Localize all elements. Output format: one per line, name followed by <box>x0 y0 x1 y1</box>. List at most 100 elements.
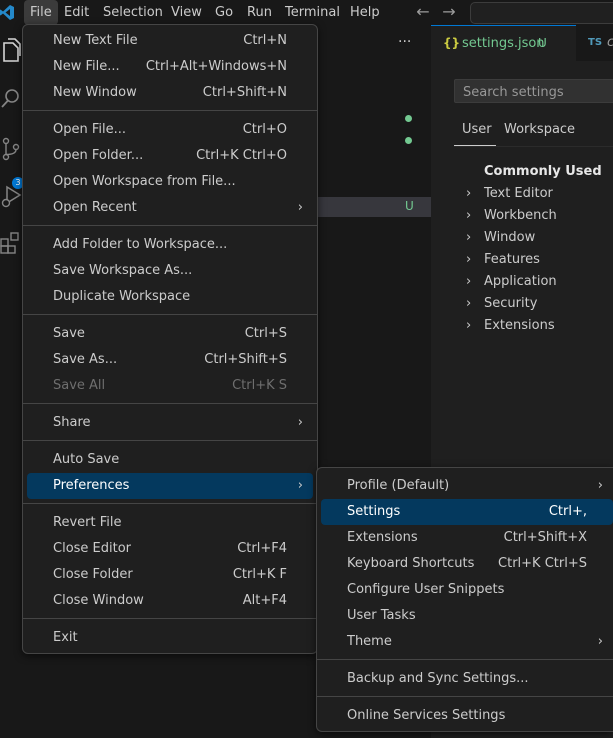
menu-separator <box>23 314 317 315</box>
toc-item-application[interactable]: › Application <box>466 271 557 293</box>
menubar-run[interactable]: Run <box>241 0 278 25</box>
file-menu-item-close-window[interactable]: Close Window Alt+F4 <box>27 588 313 614</box>
file-menu-item-new-file[interactable]: New File... Ctrl+Alt+Windows+N <box>27 54 313 80</box>
toc-item-security[interactable]: › Security <box>466 293 537 315</box>
source-control-icon[interactable] <box>0 135 22 165</box>
menu-item-label: Configure User Snippets <box>347 582 505 597</box>
preferences-item-online-services-settings[interactable]: Online Services Settings <box>321 703 613 729</box>
file-menu-item-revert-file[interactable]: Revert File <box>27 510 313 536</box>
file-menu-item-add-folder-to-workspace[interactable]: Add Folder to Workspace... <box>27 232 313 258</box>
toc-item-label: Window <box>484 230 536 245</box>
menubar-go[interactable]: Go <box>209 0 239 25</box>
toc-item-label: Workbench <box>484 208 557 223</box>
search-icon[interactable] <box>0 85 22 115</box>
search-settings-field[interactable] <box>454 79 613 103</box>
file-menu-item-duplicate-workspace[interactable]: Duplicate Workspace <box>27 284 313 310</box>
menu-separator <box>317 659 613 660</box>
file-menu-item-close-folder[interactable]: Close Folder Ctrl+K F <box>27 562 313 588</box>
tab-ts-file[interactable]: TS c <box>576 25 613 61</box>
menu-separator <box>23 503 317 504</box>
preferences-item-settings[interactable]: Settings Ctrl+, <box>321 499 613 525</box>
toc-item-label: Features <box>484 252 540 267</box>
menu-separator <box>23 440 317 441</box>
file-menu-item-save-workspace-as[interactable]: Save Workspace As... <box>27 258 313 284</box>
keyboard-shortcut: Ctrl+, <box>548 504 587 519</box>
tab-label: c <box>607 35 613 50</box>
extensions-icon[interactable] <box>0 231 22 261</box>
file-menu-item-close-editor[interactable]: Close Editor Ctrl+F4 <box>27 536 313 562</box>
preferences-item-user-tasks[interactable]: User Tasks <box>321 603 613 629</box>
menu-item-label: New Text File <box>53 33 138 48</box>
toc-item-label: Extensions <box>484 318 555 333</box>
search-settings-input[interactable] <box>461 83 613 101</box>
menubar-view[interactable]: View <box>165 0 208 25</box>
active-scope-indicator <box>454 145 496 146</box>
file-menu-item-save[interactable]: Save Ctrl+S <box>27 321 313 347</box>
preferences-item-extensions[interactable]: Extensions Ctrl+Shift+X <box>321 525 613 551</box>
file-menu: New Text File Ctrl+N New File... Ctrl+Alt+W… <box>22 24 318 654</box>
menubar-edit[interactable]: Edit <box>58 0 95 25</box>
menubar-terminal[interactable]: Terminal <box>279 0 346 25</box>
file-menu-item-exit[interactable]: Exit <box>27 625 313 651</box>
arrow-right-icon[interactable]: → <box>440 3 458 21</box>
chevron-right-icon: › <box>466 208 472 223</box>
file-menu-item-open-workspace-from-file[interactable]: Open Workspace from File... <box>27 169 313 195</box>
tab-label: settings.json <box>462 36 545 51</box>
toc-item-window[interactable]: › Window <box>466 227 535 249</box>
chevron-right-icon: › <box>297 478 303 493</box>
tab-settings-json[interactable]: {} settings.json U <box>431 25 576 61</box>
toc-item-extensions[interactable]: › Extensions <box>466 315 555 337</box>
menu-item-label: Add Folder to Workspace... <box>53 237 228 252</box>
file-menu-item-preferences[interactable]: Preferences › <box>27 473 313 499</box>
keyboard-shortcut: Ctrl+Shift+X <box>503 530 587 545</box>
chevron-right-icon: › <box>597 634 603 649</box>
menu-separator <box>23 225 317 226</box>
file-menu-item-save-as[interactable]: Save As... Ctrl+Shift+S <box>27 347 313 373</box>
menubar-selection[interactable]: Selection <box>97 0 169 25</box>
keyboard-shortcut: Ctrl+Alt+Windows+N <box>145 59 287 74</box>
menubar-file[interactable]: File <box>24 0 58 25</box>
menu-item-label: Profile (Default) <box>347 478 450 493</box>
toc-item-features[interactable]: › Features <box>466 249 540 271</box>
preferences-submenu: Profile (Default) › Settings Ctrl+, Extensio… <box>316 467 613 732</box>
file-menu-item-open-recent[interactable]: Open Recent › <box>27 195 313 221</box>
arrow-left-icon[interactable]: ← <box>414 3 432 21</box>
file-menu-item-save-all: Save All Ctrl+K S <box>27 373 313 399</box>
preferences-item-configure-user-snippets[interactable]: Configure User Snippets <box>321 577 613 603</box>
file-menu-item-new-window[interactable]: New Window Ctrl+Shift+N <box>27 80 313 106</box>
scope-tab-workspace[interactable]: Workspace <box>504 122 575 137</box>
preferences-item-keyboard-shortcuts[interactable]: Keyboard Shortcuts Ctrl+K Ctrl+S <box>321 551 613 577</box>
chevron-right-icon: › <box>466 230 472 245</box>
menu-separator <box>23 110 317 111</box>
preferences-item-backup-and-sync-settings[interactable]: Backup and Sync Settings... <box>321 666 613 692</box>
title-bar: File Edit Selection View Go Run Terminal Help ←… <box>0 0 613 25</box>
menu-item-label: Share <box>53 415 91 430</box>
keyboard-shortcut: Ctrl+K Ctrl+O <box>196 148 287 163</box>
menu-item-label: Open Folder... <box>53 148 144 163</box>
keyboard-shortcut: Ctrl+K F <box>232 567 287 582</box>
toc-item-workbench[interactable]: › Workbench <box>466 205 557 227</box>
preferences-item-profile-default[interactable]: Profile (Default) › <box>321 473 613 499</box>
menu-item-label: Open File... <box>53 122 127 137</box>
more-actions-icon[interactable]: ··· <box>398 34 411 50</box>
toc-item-text-editor[interactable]: › Text Editor <box>466 183 553 205</box>
file-menu-item-share[interactable]: Share › <box>27 410 313 436</box>
run-debug-icon[interactable] <box>0 183 22 213</box>
file-menu-item-new-text-file[interactable]: New Text File Ctrl+N <box>27 28 313 54</box>
keyboard-shortcut: Ctrl+Shift+S <box>204 352 287 367</box>
menu-item-label: Close Editor <box>53 541 132 556</box>
git-modified-dot <box>405 115 412 122</box>
command-center[interactable] <box>470 2 613 24</box>
file-menu-item-auto-save[interactable]: Auto Save <box>27 447 313 473</box>
explorer-icon[interactable] <box>0 37 22 67</box>
preferences-item-theme[interactable]: Theme › <box>321 629 613 655</box>
menu-item-label: Settings <box>347 504 401 519</box>
menu-item-label: Open Workspace from File... <box>53 174 236 189</box>
file-menu-item-open-file[interactable]: Open File... Ctrl+O <box>27 117 313 143</box>
scope-tab-user[interactable]: User <box>462 122 492 137</box>
toc-heading[interactable]: Commonly Used <box>484 164 602 179</box>
explorer-selected-row[interactable] <box>318 197 431 217</box>
menubar-help[interactable]: Help <box>344 0 386 25</box>
menu-item-label: Close Folder <box>53 567 133 582</box>
file-menu-item-open-folder[interactable]: Open Folder... Ctrl+K Ctrl+O <box>27 143 313 169</box>
